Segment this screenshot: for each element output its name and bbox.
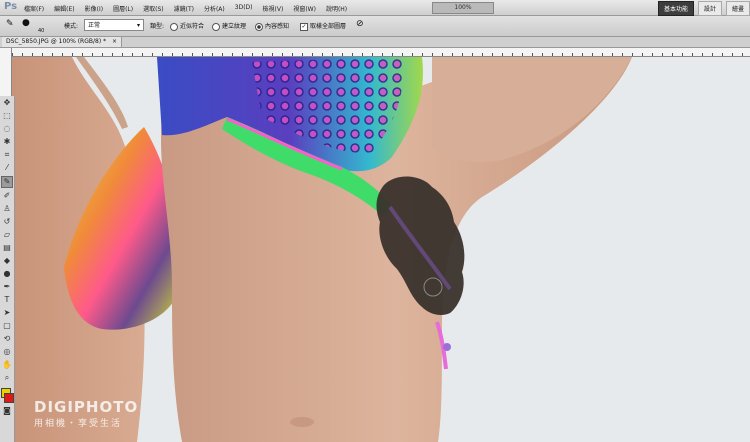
menu-items: 檔案(F) 編輯(E) 影像(I) 圖層(L) 選取(S) 濾鏡(T) 分析(A… (24, 4, 347, 13)
radio-icon (212, 22, 220, 31)
menu-filter[interactable]: 濾鏡(T) (174, 4, 194, 13)
eyedropper-tool-icon[interactable]: ⁄ (2, 163, 12, 173)
path-select-tool-icon[interactable]: ➤ (2, 308, 12, 318)
options-bar: ✎ ● 40 模式: 正常 ▾ 類型: 近似符合 建立紋理 內容感知 ✓ 取樣全部… (0, 16, 750, 37)
brush-size-value: 40 (38, 28, 45, 34)
workspace-painting[interactable]: 繪畫 (725, 1, 750, 16)
image-canvas[interactable] (12, 57, 750, 442)
history-brush-tool-icon[interactable]: ↺ (2, 217, 12, 227)
type-proximity-match[interactable]: 近似符合 (170, 21, 204, 31)
watermark-brand: DIGIPHOTO (34, 398, 139, 416)
menu-image[interactable]: 影像(I) (85, 4, 103, 13)
app-logo: Ps (4, 1, 18, 12)
brush-tool-icon[interactable]: ✐ (2, 191, 12, 201)
pressure-size-icon[interactable]: ⊘ (356, 19, 364, 29)
strap-bead (443, 343, 451, 351)
brush-preset-icon[interactable]: ● (22, 18, 30, 28)
menu-bar: Ps 檔案(F) 編輯(E) 影像(I) 圖層(L) 選取(S) 濾鏡(T) 分… (0, 0, 750, 16)
sample-all-layers-toggle[interactable]: ✓ 取樣全部圖層 (300, 21, 346, 31)
navel-shadow (290, 417, 314, 427)
watermark: DIGIPHOTO 用相機・享受生活 (34, 398, 138, 429)
quick-select-tool-icon[interactable]: ✱ (2, 137, 12, 147)
background-color-swatch[interactable] (4, 393, 14, 403)
menu-file[interactable]: 檔案(F) (24, 4, 44, 13)
menu-layer[interactable]: 圖層(L) (113, 4, 133, 13)
healing-brush-icon[interactable]: ✎ (6, 19, 14, 29)
toolbox: ✥ ⬚ ◌ ✱ ⌗ ⁄ ✎ ✐ ♙ ↺ ▱ ▤ ◆ ● ✒ T ➤ ▢ ⟲ ◎ … (0, 96, 15, 442)
3d-rotate-tool-icon[interactable]: ⟲ (2, 334, 12, 344)
pen-tool-icon[interactable]: ✒ (2, 282, 12, 292)
radio-selected-icon (255, 22, 263, 31)
menu-help[interactable]: 說明(H) (326, 4, 347, 13)
marquee-tool-icon[interactable]: ⬚ (2, 111, 12, 121)
type-tool-icon[interactable]: T (2, 295, 12, 305)
workspace-switcher: 基本功能 設計 繪畫 (657, 1, 750, 16)
chevron-down-icon: ▾ (136, 22, 140, 29)
move-tool-icon[interactable]: ✥ (2, 98, 12, 108)
type-label: 類型: (150, 23, 165, 30)
healing-brush-tool-icon[interactable]: ✎ (1, 176, 13, 188)
dodge-tool-icon[interactable]: ● (2, 269, 12, 279)
zoom-tool-icon[interactable]: ⌕ (2, 373, 12, 383)
clone-stamp-tool-icon[interactable]: ♙ (2, 204, 12, 214)
document-tab-bar: DSC_5850.JPG @ 100% (RGB/8) * × (0, 37, 750, 48)
hand-tool-icon[interactable]: ✋ (2, 360, 12, 370)
menu-3d[interactable]: 3D(D) (235, 4, 253, 13)
workspace-essentials[interactable]: 基本功能 (657, 1, 694, 16)
type-content-aware-label: 內容感知 (265, 23, 290, 30)
zoom-level-dropdown[interactable]: 100% (432, 2, 494, 14)
radio-icon (170, 22, 178, 31)
type-texture-label: 建立紋理 (222, 23, 247, 30)
menu-window[interactable]: 視窗(W) (293, 4, 316, 13)
document-tab-title: DSC_5850.JPG @ 100% (RGB/8) * (6, 38, 107, 45)
menu-select[interactable]: 選取(S) (143, 4, 164, 13)
3d-orbit-tool-icon[interactable]: ◎ (2, 347, 12, 357)
gradient-tool-icon[interactable]: ▤ (2, 243, 12, 253)
workspace-design[interactable]: 設計 (697, 1, 722, 16)
quick-mask-icon[interactable]: ◙ (2, 406, 12, 416)
mode-select[interactable]: 正常 ▾ (84, 19, 144, 31)
eraser-tool-icon[interactable]: ▱ (2, 230, 12, 240)
watermark-subtitle: 用相機・享受生活 (34, 419, 123, 429)
sample-all-label: 取樣全部圖層 (310, 23, 347, 30)
type-content-aware[interactable]: 內容感知 (255, 21, 289, 31)
color-swatches[interactable] (0, 386, 14, 404)
type-proximity-label: 近似符合 (180, 23, 205, 30)
photo (12, 57, 750, 442)
close-icon[interactable]: × (112, 38, 117, 45)
shape-tool-icon[interactable]: ▢ (2, 321, 12, 331)
blur-tool-icon[interactable]: ◆ (2, 256, 12, 266)
horizontal-ruler (12, 48, 750, 57)
checkbox-checked-icon: ✓ (300, 22, 308, 31)
menu-view[interactable]: 檢視(V) (263, 4, 284, 13)
document-tab[interactable]: DSC_5850.JPG @ 100% (RGB/8) * × (2, 37, 123, 47)
lasso-tool-icon[interactable]: ◌ (2, 124, 12, 134)
menu-analysis[interactable]: 分析(A) (204, 4, 225, 13)
mode-label: 模式: (64, 23, 79, 30)
crop-tool-icon[interactable]: ⌗ (2, 150, 12, 160)
menu-edit[interactable]: 編輯(E) (54, 4, 74, 13)
mode-select-value: 正常 (88, 22, 101, 29)
type-create-texture[interactable]: 建立紋理 (212, 21, 246, 31)
